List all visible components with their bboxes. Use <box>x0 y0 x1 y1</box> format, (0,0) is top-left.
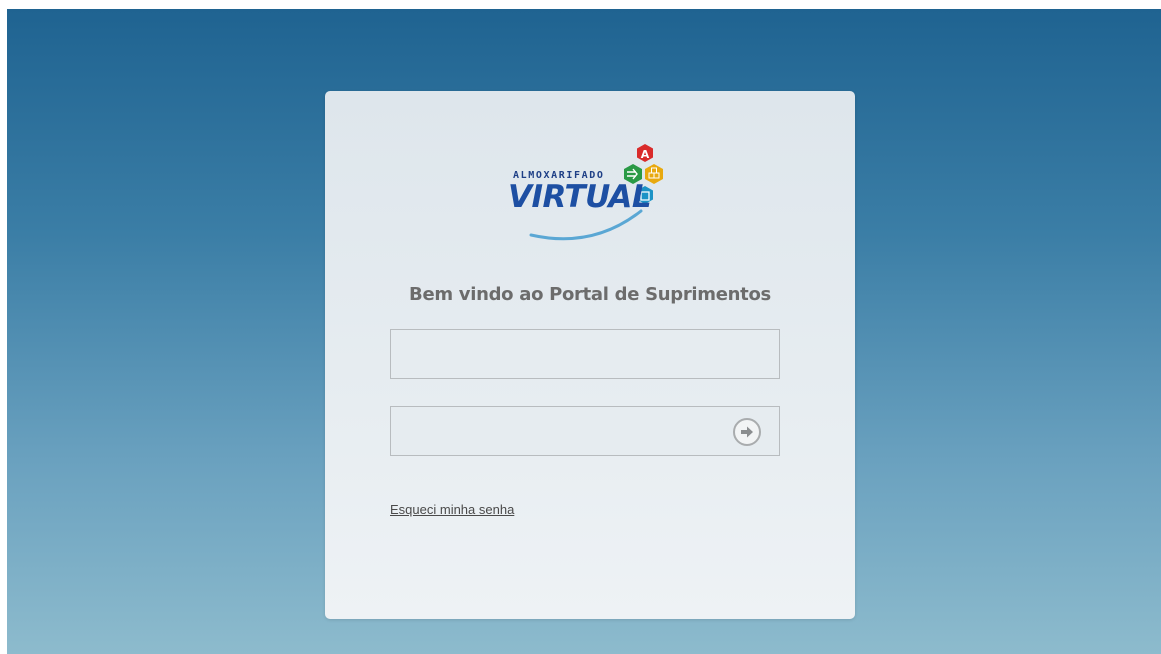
arrow-right-circle-icon <box>741 426 753 438</box>
username-input[interactable] <box>390 329 780 379</box>
welcome-title: Bem vindo ao Portal de Suprimentos <box>409 284 771 305</box>
login-card: A ALMOXARIFADO VIRTUAL Bem vindo ao Port… <box>325 91 855 619</box>
forgot-password-link[interactable]: Esqueci minha senha <box>390 502 514 517</box>
svg-text:A: A <box>641 148 650 161</box>
login-submit-button[interactable] <box>733 418 761 446</box>
logo-title: VIRTUAL <box>508 179 652 215</box>
password-input[interactable] <box>390 406 780 456</box>
almoxarifado-virtual-logo: A ALMOXARIFADO VIRTUAL <box>503 137 673 249</box>
page-background: A ALMOXARIFADO VIRTUAL Bem vindo ao Port… <box>7 9 1161 654</box>
